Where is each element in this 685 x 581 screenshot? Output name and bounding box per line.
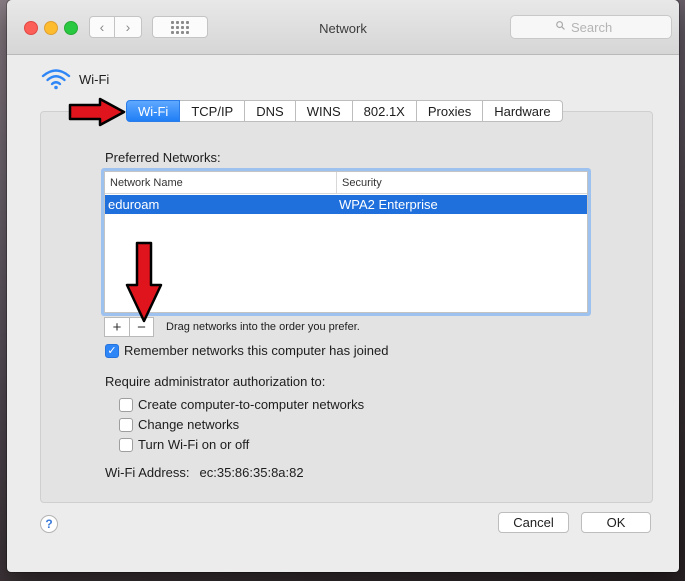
create-network-checkbox[interactable]	[119, 397, 133, 412]
tab-proxies[interactable]: Proxies	[416, 100, 484, 122]
down-arrow-annotation-icon	[125, 241, 163, 323]
interface-title: Wi-Fi	[79, 71, 110, 87]
tab-wifi[interactable]: Wi-Fi	[126, 100, 181, 122]
create-network-option[interactable]: Create computer-to-computer networks	[119, 397, 364, 412]
create-network-label: Create computer-to-computer networks	[138, 397, 365, 412]
search-icon	[556, 21, 565, 30]
toggle-wifi-label: Turn Wi-Fi on or off	[138, 437, 250, 452]
table-row[interactable]: eduroam WPA2 Enterprise	[105, 195, 587, 214]
toggle-wifi-checkbox[interactable]	[119, 437, 133, 452]
security-cell: WPA2 Enterprise	[339, 197, 438, 212]
tab-dns[interactable]: DNS	[245, 100, 296, 122]
title-bar: ‹ › Network	[7, 0, 679, 55]
change-networks-checkbox[interactable]	[119, 417, 133, 432]
remember-networks-option[interactable]: ✓ Remember networks this computer has jo…	[105, 343, 388, 358]
preferred-networks-table[interactable]: Network Name Security eduroam WPA2 Enter…	[104, 171, 588, 313]
tab-hardware[interactable]: Hardware	[483, 100, 563, 122]
change-networks-label: Change networks	[138, 417, 240, 432]
tab-bar: Wi-Fi TCP/IP DNS WINS 802.1X Proxies Har…	[126, 100, 563, 122]
network-name-cell: eduroam	[108, 197, 160, 212]
checkmark-icon: ✓	[107, 345, 117, 357]
column-network-name[interactable]: Network Name	[105, 172, 337, 193]
tab-8021x[interactable]: 802.1X	[352, 100, 417, 122]
search-input[interactable]	[553, 18, 673, 36]
drag-hint-text: Drag networks into the order you prefer.	[166, 321, 360, 333]
wifi-address-value: ec:35:86:35:8a:82	[199, 465, 304, 480]
cancel-button[interactable]: Cancel	[498, 512, 569, 533]
right-arrow-annotation-icon	[68, 97, 126, 127]
column-security[interactable]: Security	[337, 172, 587, 193]
remember-networks-label: Remember networks this computer has join…	[124, 343, 389, 358]
table-header: Network Name Security	[105, 172, 587, 194]
change-networks-option[interactable]: Change networks	[119, 417, 239, 432]
toggle-wifi-option[interactable]: Turn Wi-Fi on or off	[119, 437, 249, 452]
wifi-address-label: Wi-Fi Address:	[105, 465, 190, 480]
tab-wins[interactable]: WINS	[295, 100, 353, 122]
preferred-networks-label: Preferred Networks:	[105, 150, 221, 165]
require-admin-label: Require administrator authorization to:	[105, 374, 326, 389]
tab-tcpip[interactable]: TCP/IP	[180, 100, 246, 122]
network-preferences-window: ‹ › Network Wi-Fi Wi-	[7, 0, 679, 572]
ok-button[interactable]: OK	[581, 512, 651, 533]
search-field[interactable]	[510, 15, 673, 39]
interface-header: Wi-Fi	[41, 67, 109, 91]
wifi-address: Wi-Fi Address: ec:35:86:35:8a:82	[105, 465, 304, 480]
remember-networks-checkbox[interactable]: ✓	[105, 343, 119, 358]
help-button[interactable]: ?	[40, 515, 58, 533]
wifi-icon	[41, 69, 71, 90]
